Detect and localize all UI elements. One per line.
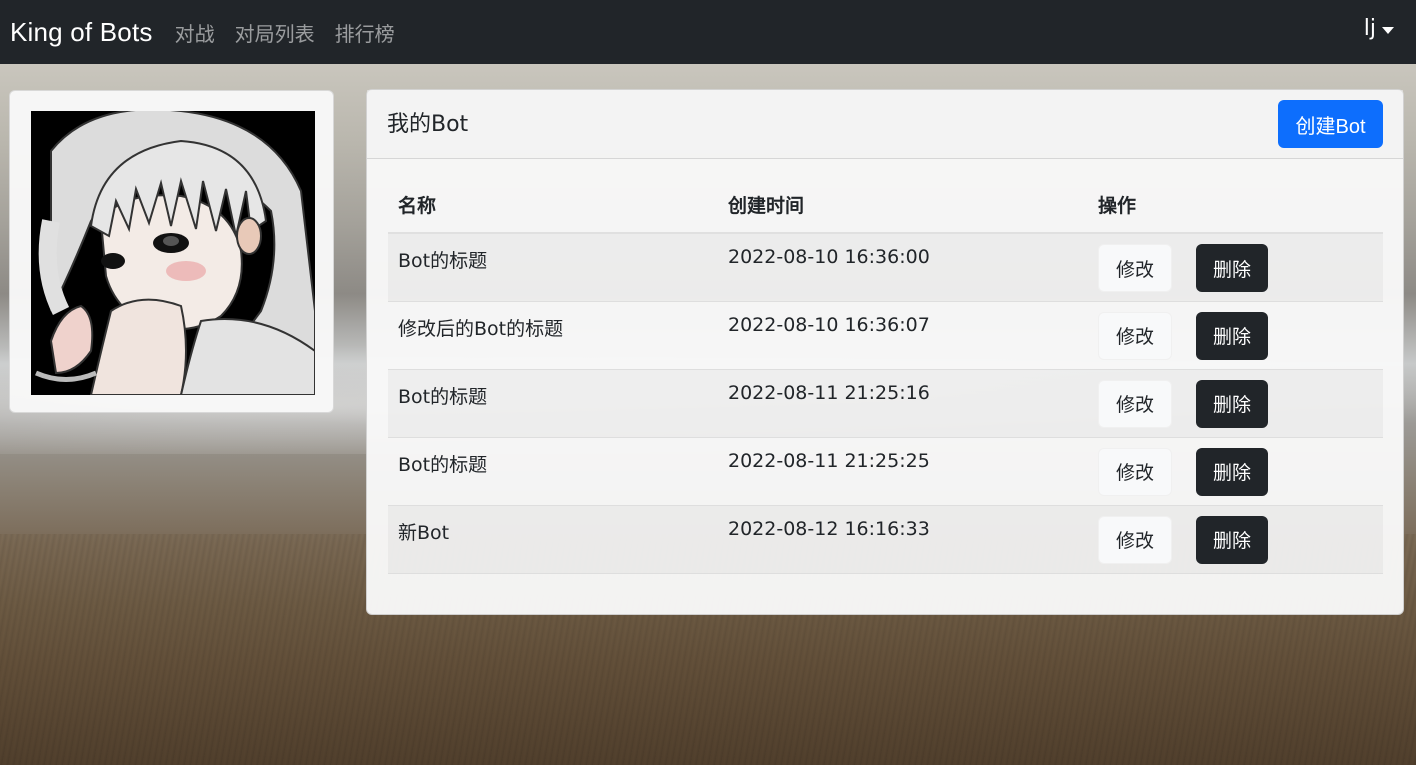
profile-card bbox=[9, 90, 334, 413]
edit-button[interactable]: 修改 bbox=[1098, 515, 1172, 564]
edit-button[interactable]: 修改 bbox=[1098, 244, 1172, 292]
column-header-name: 名称 bbox=[388, 176, 718, 234]
table-row: Bot的标题 2022-08-11 21:25:25 修改 删除 bbox=[388, 437, 1383, 506]
nav-link-battle[interactable]: 对战 bbox=[175, 18, 215, 47]
edit-button[interactable]: 修改 bbox=[1098, 447, 1172, 496]
bot-name: Bot的标题 bbox=[388, 369, 718, 438]
bot-actions: 修改 删除 bbox=[1088, 233, 1383, 302]
user-dropdown[interactable]: lj bbox=[1364, 16, 1394, 41]
delete-button[interactable]: 删除 bbox=[1196, 447, 1268, 496]
anime-girl-avatar-illustration bbox=[31, 111, 315, 395]
bot-actions: 修改 删除 bbox=[1088, 505, 1383, 574]
delete-button[interactable]: 删除 bbox=[1196, 379, 1268, 428]
bot-name: Bot的标题 bbox=[388, 437, 718, 506]
table-header-row: 名称 创建时间 操作 bbox=[388, 176, 1383, 234]
card-title: 我的Bot bbox=[387, 112, 469, 137]
nav-link-ranklist[interactable]: 排行榜 bbox=[335, 18, 395, 47]
bot-name: 新Bot bbox=[388, 505, 718, 574]
column-header-actions: 操作 bbox=[1088, 176, 1383, 234]
my-bots-card: 我的Bot 创建Bot 名称 创建时间 操作 Bot的标题 2022-08-10… bbox=[366, 89, 1404, 615]
delete-button[interactable]: 删除 bbox=[1196, 515, 1268, 564]
bots-table: 名称 创建时间 操作 Bot的标题 2022-08-10 16:36:00 修改… bbox=[388, 176, 1383, 574]
bot-created-time: 2022-08-11 21:25:16 bbox=[718, 369, 1088, 438]
table-row: 修改后的Bot的标题 2022-08-10 16:36:07 修改 删除 bbox=[388, 301, 1383, 370]
brand-logo-text[interactable]: King of Bots bbox=[10, 17, 153, 48]
bot-created-time: 2022-08-12 16:16:33 bbox=[718, 505, 1088, 574]
caret-down-icon bbox=[1382, 26, 1394, 34]
bot-created-time: 2022-08-10 16:36:07 bbox=[718, 301, 1088, 370]
delete-button[interactable]: 删除 bbox=[1196, 311, 1268, 360]
delete-button[interactable]: 删除 bbox=[1196, 244, 1268, 292]
table-row: Bot的标题 2022-08-10 16:36:00 修改 删除 bbox=[388, 233, 1383, 302]
create-bot-button[interactable]: 创建Bot bbox=[1278, 100, 1383, 148]
avatar bbox=[31, 111, 315, 395]
table-row: Bot的标题 2022-08-11 21:25:16 修改 删除 bbox=[388, 369, 1383, 438]
bot-name: 修改后的Bot的标题 bbox=[388, 301, 718, 370]
edit-button[interactable]: 修改 bbox=[1098, 379, 1172, 428]
bot-actions: 修改 删除 bbox=[1088, 301, 1383, 370]
top-navbar: King of Bots 对战 对局列表 排行榜 lj bbox=[0, 0, 1416, 64]
card-header: 我的Bot 创建Bot bbox=[367, 90, 1403, 159]
username: lj bbox=[1363, 16, 1376, 41]
nav-link-records[interactable]: 对局列表 bbox=[235, 18, 315, 47]
bot-actions: 修改 删除 bbox=[1088, 369, 1383, 438]
bot-name: Bot的标题 bbox=[388, 233, 718, 302]
table-row: 新Bot 2022-08-12 16:16:33 修改 删除 bbox=[388, 505, 1383, 574]
bot-created-time: 2022-08-11 21:25:25 bbox=[718, 437, 1088, 506]
bot-created-time: 2022-08-10 16:36:00 bbox=[718, 233, 1088, 302]
bot-actions: 修改 删除 bbox=[1088, 437, 1383, 506]
column-header-created-time: 创建时间 bbox=[718, 176, 1088, 234]
edit-button[interactable]: 修改 bbox=[1098, 311, 1172, 360]
